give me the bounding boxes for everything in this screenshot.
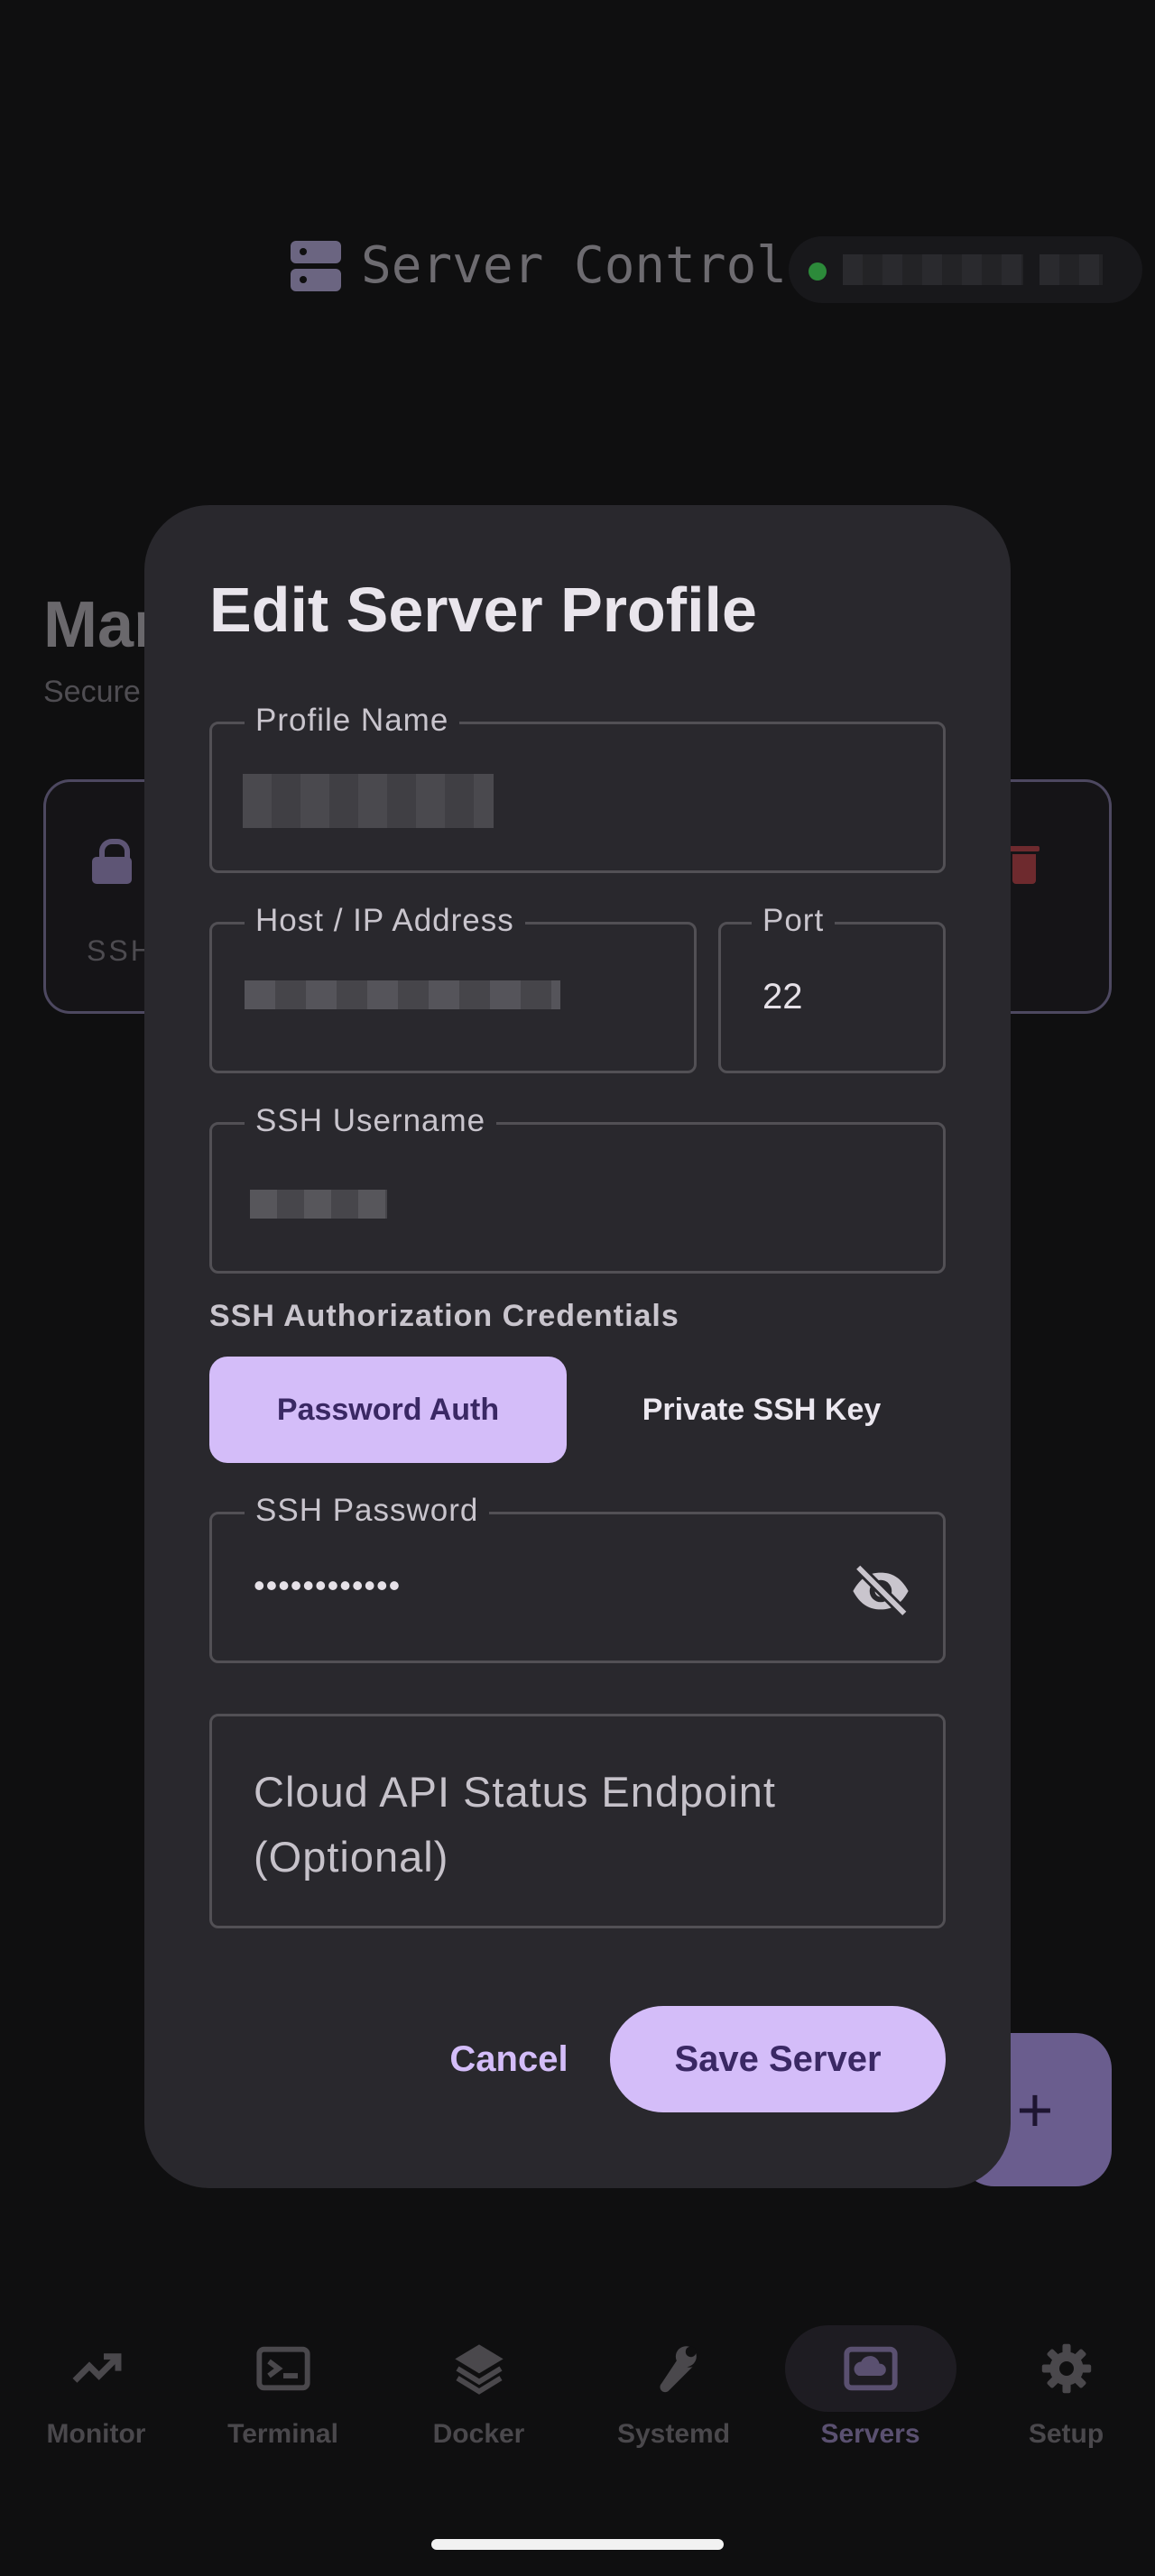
- redacted-host: [245, 980, 560, 1009]
- status-dot: [808, 262, 827, 281]
- nav-item-servers[interactable]: Servers: [774, 2309, 966, 2471]
- nav-active-indicator: [784, 2325, 956, 2412]
- bottom-navigation: Monitor Terminal Docker Systemd Servers …: [0, 2309, 1155, 2576]
- background-subtitle: Secure: [43, 675, 141, 709]
- edit-server-dialog: Edit Server Profile Profile Name Host / …: [144, 505, 1011, 2188]
- port-value: 22: [762, 977, 803, 1017]
- app-title: Server Control: [361, 236, 788, 295]
- nav-label-monitor: Monitor: [46, 2419, 146, 2449]
- nav-item-systemd[interactable]: Systemd: [578, 2309, 770, 2471]
- wrench-icon: [659, 2346, 697, 2393]
- save-server-button[interactable]: Save Server: [610, 2006, 946, 2112]
- ssh-username-label: SSH Username: [245, 1103, 497, 1139]
- port-label: Port: [752, 903, 836, 939]
- nav-item-setup[interactable]: Setup: [970, 2309, 1155, 2471]
- profile-name-label: Profile Name: [245, 703, 460, 739]
- lock-icon: [92, 839, 132, 884]
- cloud-api-endpoint-field[interactable]: Cloud API Status Endpoint (Optional): [209, 1714, 946, 1928]
- redacted-server-status: [1040, 254, 1103, 285]
- private-ssh-key-toggle[interactable]: Private SSH Key: [578, 1357, 946, 1463]
- server-icon: [291, 240, 341, 291]
- port-field[interactable]: Port 22: [718, 903, 946, 1073]
- profile-name-field[interactable]: Profile Name: [209, 703, 946, 873]
- layers-icon: [454, 2344, 504, 2395]
- nav-label-systemd: Systemd: [616, 2419, 731, 2449]
- ssh-password-label: SSH Password: [245, 1493, 490, 1529]
- server-status-pill[interactable]: [789, 236, 1142, 303]
- cloud-api-endpoint-placeholder: Cloud API Status Endpoint (Optional): [254, 1768, 776, 1881]
- background-heading: Mar: [43, 589, 160, 661]
- nav-label-servers: Servers: [820, 2419, 920, 2449]
- trending-up-icon: [72, 2353, 121, 2383]
- nav-label-setup: Setup: [1028, 2419, 1104, 2449]
- ssh-password-value: ••••••••••••: [254, 1567, 402, 1604]
- trash-icon[interactable]: [1009, 846, 1040, 884]
- nav-item-docker[interactable]: Docker: [383, 2309, 575, 2471]
- redacted-username: [250, 1190, 387, 1219]
- nav-item-monitor[interactable]: Monitor: [0, 2309, 192, 2471]
- password-auth-toggle[interactable]: Password Auth: [209, 1357, 567, 1463]
- host-label: Host / IP Address: [245, 903, 525, 939]
- host-field[interactable]: Host / IP Address: [209, 903, 697, 1073]
- cloud-server-icon: [843, 2346, 898, 2391]
- auth-section-label: SSH Authorization Credentials: [209, 1299, 679, 1333]
- nav-label-docker: Docker: [432, 2419, 525, 2449]
- home-indicator[interactable]: [431, 2539, 724, 2550]
- redacted-server-name: [843, 254, 1023, 285]
- app-title-group: Server Control: [291, 236, 787, 295]
- cancel-button[interactable]: Cancel: [410, 2006, 608, 2112]
- ssh-password-field[interactable]: SSH Password ••••••••••••: [209, 1493, 946, 1663]
- gear-icon: [1041, 2343, 1091, 2394]
- eye-off-icon[interactable]: [849, 1559, 912, 1623]
- redacted-profile-name: [243, 774, 494, 828]
- nav-item-terminal[interactable]: Terminal: [187, 2309, 379, 2471]
- dialog-title: Edit Server Profile: [209, 575, 757, 645]
- nav-label-terminal: Terminal: [227, 2419, 338, 2449]
- ssh-username-field[interactable]: SSH Username: [209, 1103, 946, 1274]
- terminal-icon: [255, 2346, 310, 2391]
